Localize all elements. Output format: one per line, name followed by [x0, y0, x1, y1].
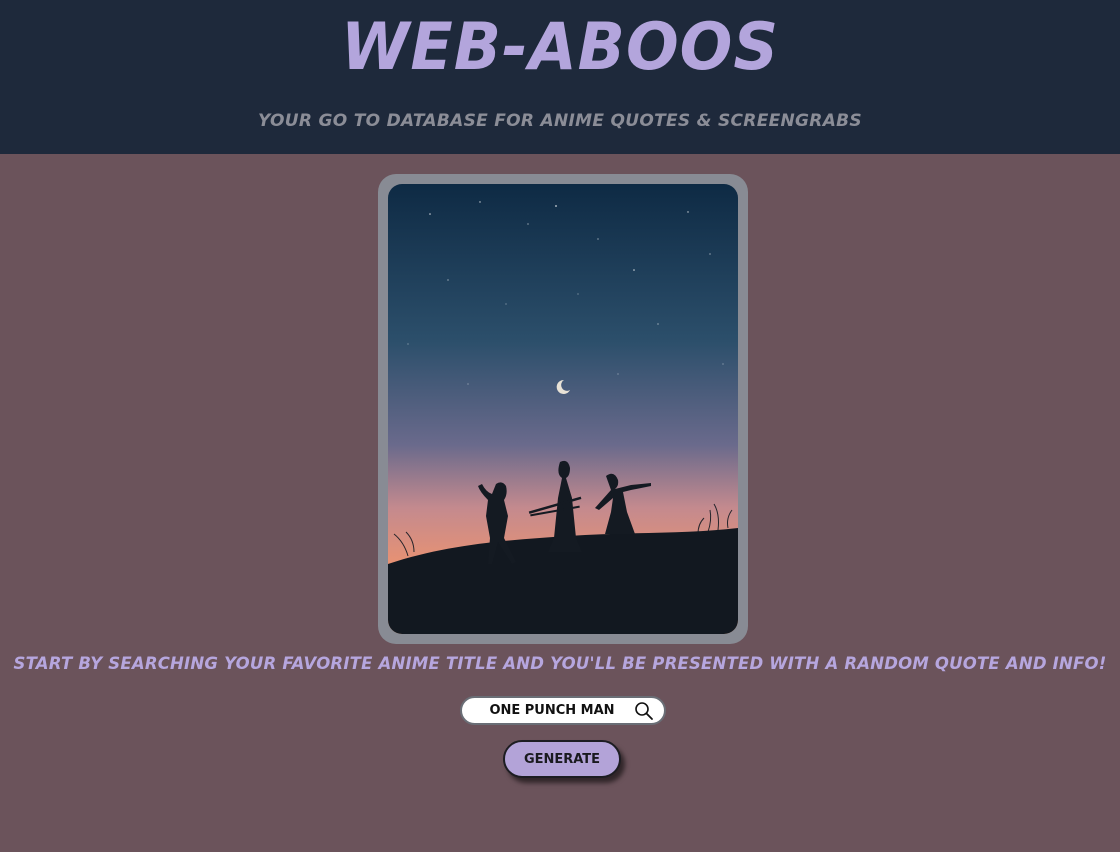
- generate-button[interactable]: GENERATE: [503, 740, 621, 778]
- site-tagline: YOUR GO TO DATABASE FOR ANIME QUOTES & S…: [258, 111, 862, 131]
- site-title: WEB-ABOOS: [340, 8, 780, 85]
- hero-image-frame: [378, 174, 748, 644]
- site-header: WEB-ABOOS YOUR GO TO DATABASE FOR ANIME …: [0, 0, 1120, 154]
- search-box: [460, 696, 666, 725]
- search-icon[interactable]: [634, 701, 654, 721]
- hero-image: [388, 184, 738, 634]
- intro-text: START BY SEARCHING YOUR FAVORITE ANIME T…: [13, 654, 1107, 673]
- search-input[interactable]: [474, 698, 630, 723]
